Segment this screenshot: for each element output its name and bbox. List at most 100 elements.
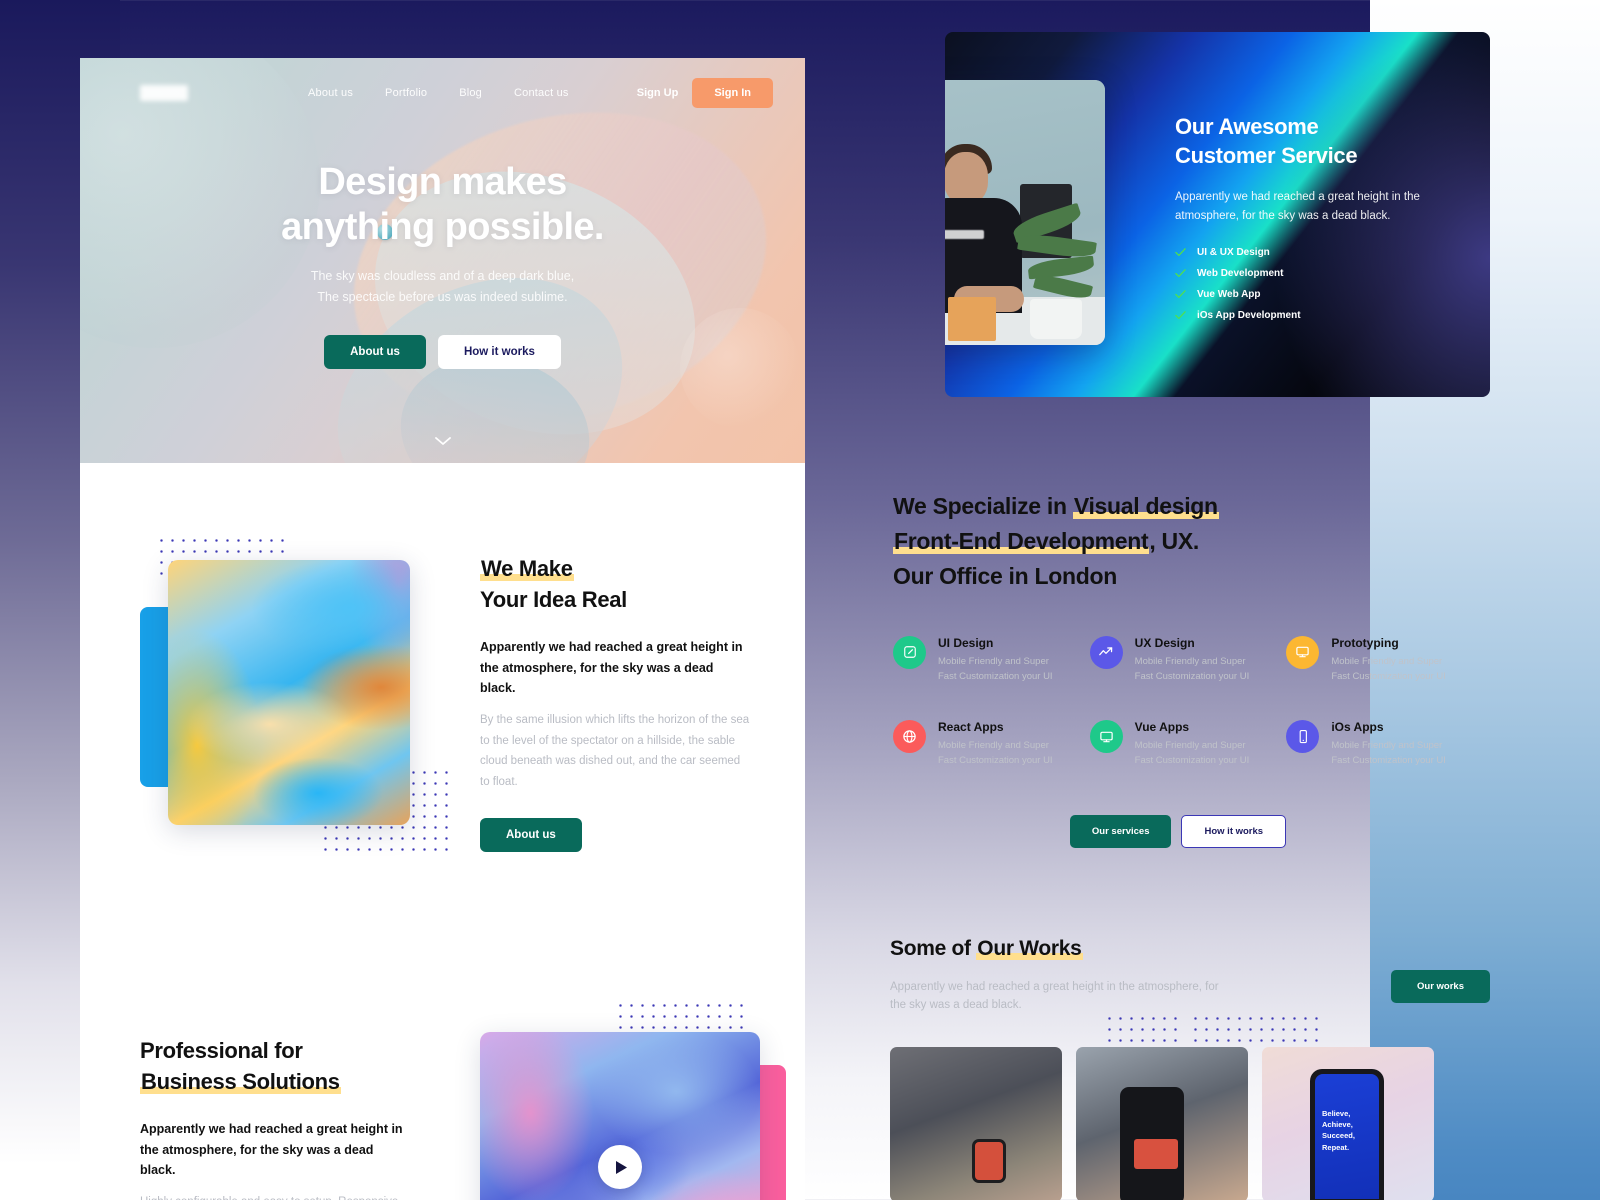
service-description: Mobile Friendly and Super Fast Customiza… (938, 655, 1053, 682)
service-title: UX Design (1134, 635, 1195, 650)
hero-how-it-works-button[interactable]: How it works (437, 334, 561, 369)
specialize-line2-highlight: Front-End Development (893, 527, 1150, 554)
idea-title: We Make Your Idea Real (480, 553, 750, 615)
check-icon (1175, 311, 1186, 320)
dot-pattern-decoration (1104, 1012, 1178, 1043)
service-description: Mobile Friendly and Super Fast Customiza… (1331, 655, 1446, 682)
nav-item-about-us[interactable]: About us (308, 87, 353, 99)
business-title: Professional for Business Solutions (140, 1035, 405, 1097)
photo-orange-box (948, 297, 996, 341)
hero-subtitle: The sky was cloudless and of a deep dark… (80, 266, 805, 309)
hero-subtitle-line2: The spectacle before us was indeed subli… (317, 290, 568, 305)
hero-subtitle-line1: The sky was cloudless and of a deep dark… (310, 268, 575, 283)
hero-buttons: About us How it works (80, 334, 805, 369)
specialize-title: We Specialize in Visual design Front-End… (893, 489, 1490, 594)
hero-about-us-button[interactable]: About us (324, 334, 426, 369)
list-item-label: Web Development (1197, 268, 1284, 280)
business-title-highlight: Business Solutions (140, 1069, 341, 1095)
works-subtitle: Apparently we had reached a great height… (890, 980, 1219, 1012)
check-icon (1175, 269, 1186, 278)
works-title: Some of Our Works (890, 934, 1220, 964)
service-description: Mobile Friendly and Super Fast Customiza… (938, 740, 1053, 767)
work-item-motivation-app[interactable]: Believe, Achieve, Succeed, Repeat. (1262, 1046, 1434, 1200)
list-item-label: Vue Web App (1197, 289, 1261, 301)
list-item: UI & UX Design (1175, 247, 1455, 258)
service-title: iOs Apps (1331, 720, 1384, 735)
service-card-vue-apps[interactable]: Vue Apps Mobile Friendly and Super Fast … (1089, 720, 1267, 768)
business-text-block: Professional for Business Solutions Appa… (140, 1035, 405, 1200)
hero-title: Design makes anything possible. (80, 160, 805, 250)
list-item: Web Development (1175, 268, 1455, 279)
list-item: iOs App Development (1175, 310, 1455, 321)
services-grid: UI Design Mobile Friendly and Super Fast… (893, 635, 1463, 769)
list-item-label: iOs App Development (1197, 310, 1301, 322)
play-icon[interactable] (598, 1145, 642, 1189)
right-page-mockup: Our Awesome Customer Service Apparently … (890, 0, 1490, 1200)
specialize-line1-prefix: We Specialize in (893, 493, 1073, 519)
hero-content: Design makes anything possible. The sky … (80, 160, 805, 369)
service-card-ui-design[interactable]: UI Design Mobile Friendly and Super Fast… (893, 635, 1070, 684)
pencil-edit-icon (893, 635, 926, 669)
service-card-react-apps[interactable]: React Apps Mobile Friendly and Super Fas… (893, 720, 1070, 768)
our-works-button[interactable]: Our works (1391, 969, 1490, 1003)
mobile-phone-icon (1286, 720, 1320, 754)
smartwatch-graphic (972, 1138, 1006, 1183)
customer-service-photo (945, 80, 1105, 345)
sign-up-link[interactable]: Sign Up (637, 87, 679, 99)
service-title: Vue Apps (1134, 720, 1190, 735)
works-title-highlight: Our Works (976, 936, 1083, 960)
business-title-line1: Professional for (140, 1038, 303, 1063)
work-item-mobile-camera[interactable] (1076, 1046, 1248, 1200)
nav-item-portfolio[interactable]: Portfolio (385, 87, 427, 99)
work-item-caption: Believe, Achieve, Succeed, Repeat. (1315, 1073, 1379, 1199)
sign-in-button[interactable]: Sign In (692, 78, 773, 108)
check-icon (1175, 248, 1186, 257)
brand-logo[interactable] (140, 85, 188, 101)
service-card-ux-design[interactable]: UX Design Mobile Friendly and Super Fast… (1089, 635, 1267, 684)
nav-actions: Sign Up Sign In (637, 78, 773, 108)
specialize-how-it-works-button[interactable]: How it works (1181, 814, 1287, 848)
service-description: Mobile Friendly and Super Fast Customiza… (1134, 655, 1250, 682)
hero-title-line2: anything possible. (281, 205, 604, 248)
service-title: React Apps (938, 720, 1004, 735)
idea-about-us-button[interactable]: About us (480, 818, 582, 853)
service-card-prototyping[interactable]: Prototyping Mobile Friendly and Super Fa… (1286, 635, 1463, 684)
idea-text-block: We Make Your Idea Real Apparently we had… (480, 553, 750, 853)
work-item-smartwatch[interactable] (890, 1046, 1062, 1200)
monitor-icon (1286, 635, 1320, 669)
business-video-thumbnail[interactable] (480, 1032, 760, 1200)
check-icon (1175, 290, 1186, 299)
specialize-line2-rest: , UX. (1149, 527, 1199, 554)
idea-body-text: By the same illusion which lifts the hor… (480, 714, 750, 788)
photo-plant (1004, 202, 1099, 327)
works-header: Some of Our Works Apparently we had reac… (890, 934, 1490, 1015)
customer-service-title: Our Awesome Customer Service (1175, 112, 1455, 170)
trend-up-icon (1089, 635, 1123, 669)
dot-pattern-decoration (1190, 1012, 1318, 1043)
business-video-group (480, 1000, 805, 1200)
customer-service-list: UI & UX Design Web Development Vue Web A… (1175, 247, 1455, 321)
idea-abstract-image (168, 560, 410, 825)
customer-service-section: Our Awesome Customer Service Apparently … (945, 32, 1490, 397)
monitor-icon (1089, 720, 1123, 754)
photo-person-head (945, 152, 988, 204)
idea-section: We Make Your Idea Real Apparently we had… (80, 525, 805, 945)
specialize-line3: Our Office in London (893, 562, 1117, 589)
nav-item-blog[interactable]: Blog (459, 87, 482, 99)
works-gallery: Believe, Achieve, Succeed, Repeat. (890, 1012, 1490, 1200)
chevron-down-icon[interactable] (434, 433, 451, 449)
nav-links: About us Portfolio Blog Contact us (308, 87, 569, 99)
idea-lead-text: Apparently we had reached a great height… (480, 640, 743, 695)
idea-title-highlight: We Make (480, 556, 574, 581)
customer-service-paragraph: Apparently we had reached a great height… (1175, 191, 1420, 222)
service-description: Mobile Friendly and Super Fast Customiza… (1331, 740, 1446, 767)
service-card-ios-apps[interactable]: iOs Apps Mobile Friendly and Super Fast … (1286, 720, 1463, 768)
service-title: UI Design (938, 635, 994, 650)
nav-item-contact-us[interactable]: Contact us (514, 87, 569, 99)
photo-shirt-logo (945, 230, 984, 239)
specialize-our-services-button[interactable]: Our services (1069, 814, 1172, 848)
list-item: Vue Web App (1175, 289, 1455, 300)
business-body-text: Highly configurable and easy to setup. R… (140, 1192, 405, 1200)
business-lead-text: Apparently we had reached a great height… (140, 1122, 403, 1177)
hero-title-line1: Design makes (318, 161, 567, 203)
